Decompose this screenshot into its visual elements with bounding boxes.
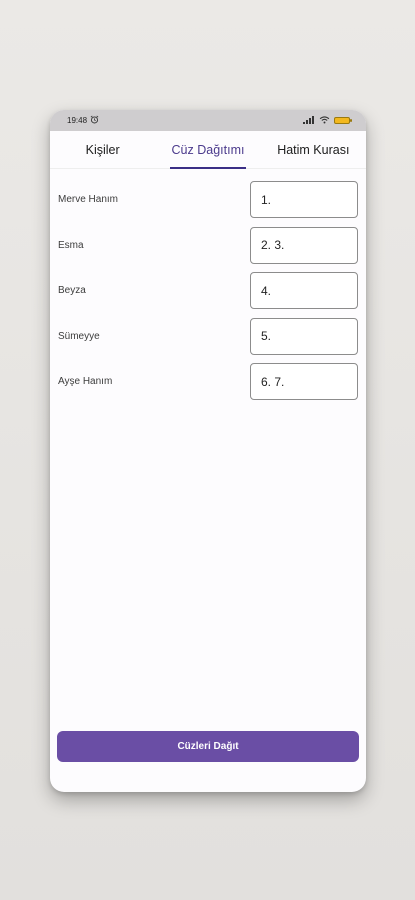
status-right <box>303 115 352 126</box>
status-left: 19:48 <box>67 115 99 126</box>
status-bar: 19:48 <box>50 110 366 131</box>
wifi-icon <box>319 115 330 126</box>
distribute-button[interactable]: Cüzleri Dağıt <box>57 731 359 762</box>
list-item: Sümeyye 5. <box>50 317 366 356</box>
alarm-icon <box>90 115 99 126</box>
list-item: Esma 2. 3. <box>50 226 366 265</box>
cuz-field[interactable]: 2. 3. <box>250 226 358 264</box>
person-name: Beyza <box>58 285 86 296</box>
status-time: 19:48 <box>67 116 88 125</box>
list-item: Merve Hanım 1. <box>50 180 366 219</box>
cuz-field[interactable]: 6. 7. <box>250 363 358 400</box>
tab-bar: Kişiler Cüz Dağıtımı Hatim Kurası <box>50 131 366 169</box>
list-item: Ayşe Hanım 6. 7. <box>50 362 366 401</box>
person-name: Sümeyye <box>58 330 100 342</box>
person-name: Esma <box>58 239 84 251</box>
cuz-field[interactable]: 1. <box>250 181 358 218</box>
person-name: Ayşe Hanım <box>58 376 113 387</box>
distribution-list: Merve Hanım 1. Esma 2. 3. Beyza 4. Sümey… <box>50 169 366 401</box>
cuz-field[interactable]: 5. <box>250 317 358 355</box>
person-name: Merve Hanım <box>58 194 119 205</box>
battery-icon <box>334 117 352 124</box>
phone-screen: 19:48 Kişiler Cüz Dağıtımı Hatim Kurası … <box>50 110 366 792</box>
tab-cuz-dagitimi[interactable]: Cüz Dağıtımı <box>155 131 260 169</box>
cuz-field[interactable]: 4. <box>250 272 358 309</box>
signal-icon <box>303 115 315 126</box>
list-item: Beyza 4. <box>50 271 366 310</box>
tab-hatim-kurasi[interactable]: Hatim Kurası <box>261 131 366 168</box>
tab-kisiler[interactable]: Kişiler <box>50 131 155 168</box>
